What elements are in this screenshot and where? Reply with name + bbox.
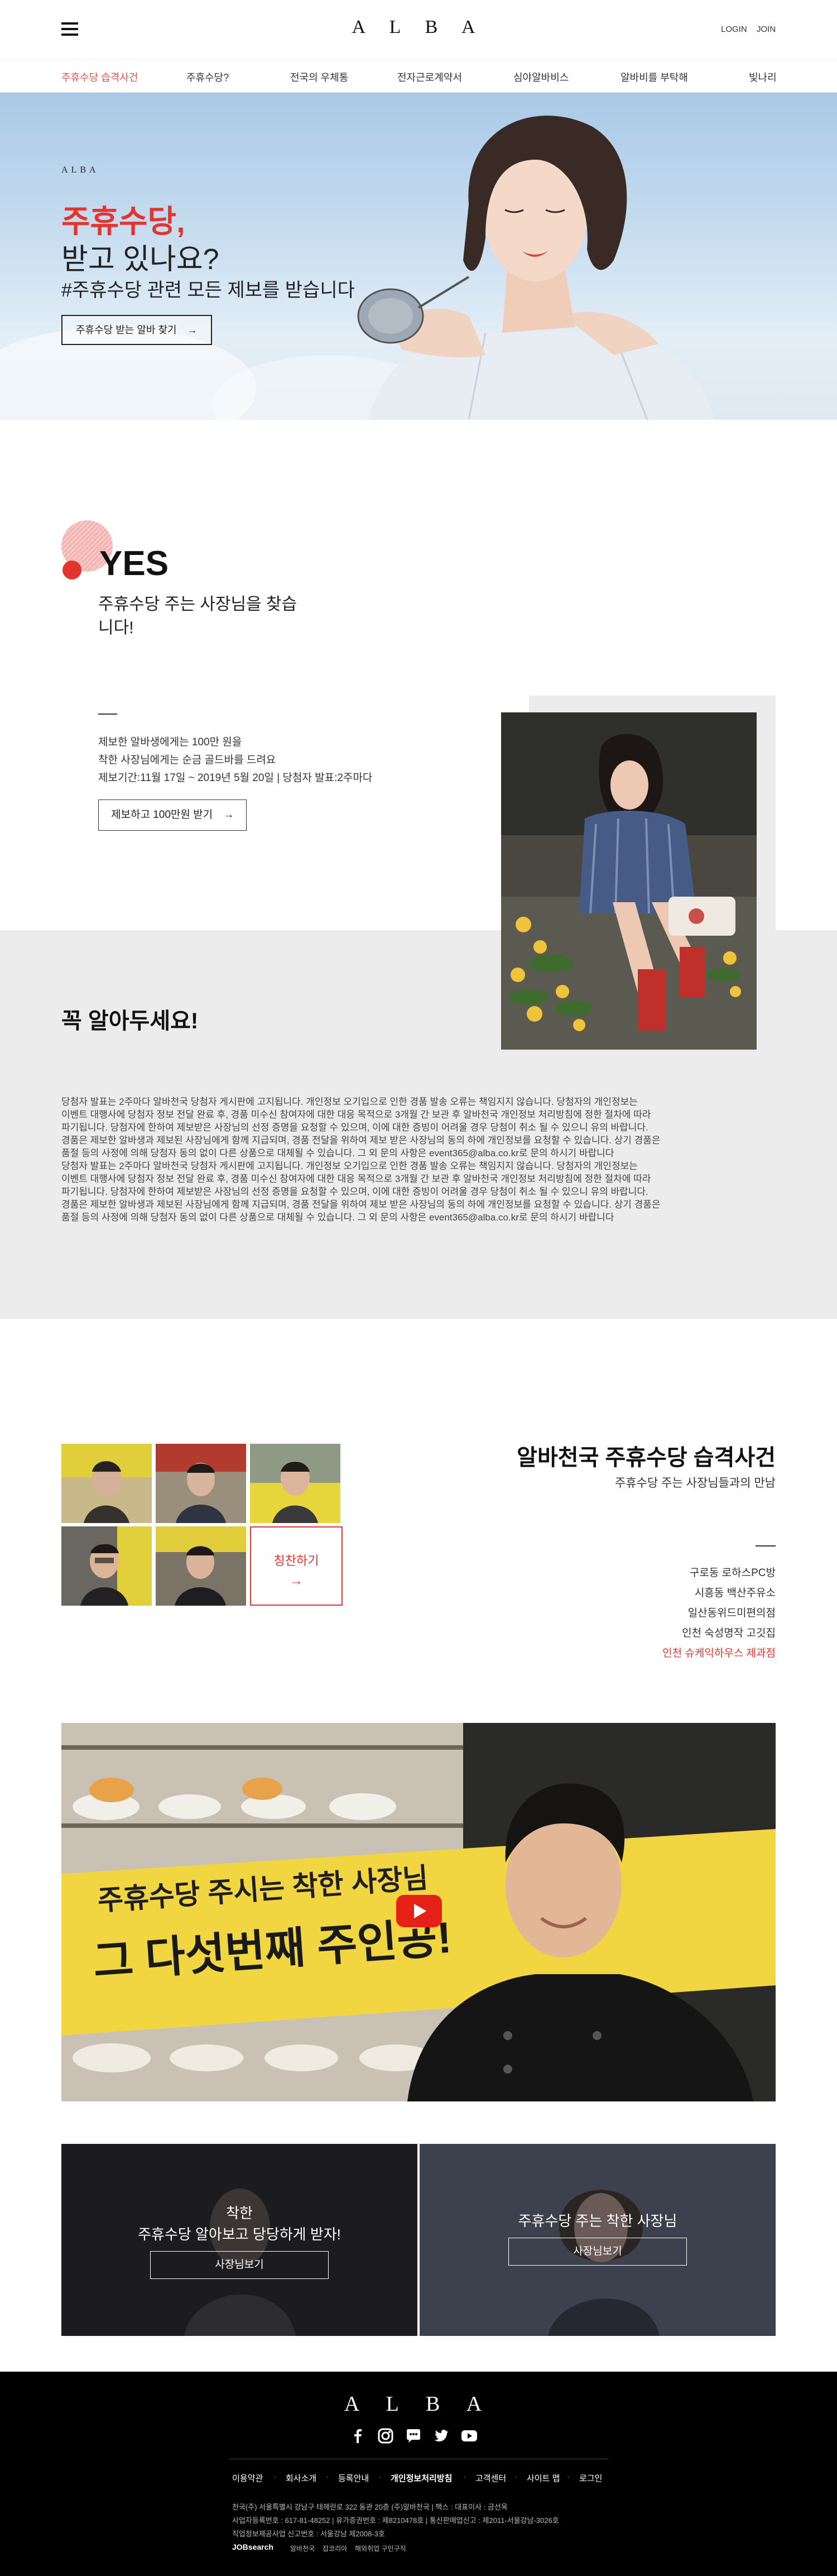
arrow-right-icon: → bbox=[290, 1573, 303, 1588]
partner-logo-overseas[interactable]: 해외취업 구인구직 bbox=[355, 2544, 406, 2553]
owner-place-link[interactable]: 구로동 로하스PC방 bbox=[690, 1564, 776, 1579]
praise-button-label: 칭찬하기 bbox=[273, 1554, 319, 1568]
hero-subtitle: #주휴수당 관련 모든 제보를 받습니다 bbox=[61, 280, 355, 301]
arrow-right-icon: → bbox=[187, 324, 198, 336]
login-footer-link[interactable]: 로그인 bbox=[579, 2472, 602, 2484]
video-player[interactable]: 주휴수당 주시는 착한 사장님 그 다섯번째 주인공! bbox=[61, 1723, 776, 2101]
owner-thumbnail[interactable] bbox=[250, 1444, 340, 1523]
hero-kicker: ALBA bbox=[61, 165, 99, 175]
registration-link[interactable]: 등록안내 bbox=[338, 2472, 369, 2484]
tab-e-contract[interactable]: 전자근로계약서 bbox=[397, 70, 462, 84]
separator: · bbox=[463, 2472, 466, 2482]
owners-title: 알바천국 주휴수당 습격사건 bbox=[517, 1445, 776, 1470]
divider bbox=[98, 714, 117, 715]
separator: · bbox=[273, 2472, 276, 2482]
praise-button[interactable]: 칭찬하기 → bbox=[250, 1526, 343, 1606]
separator: · bbox=[326, 2472, 329, 2482]
notice-line: 이벤트 대행사에 당첨자 정보 전달 완료 후, 경품 미수신 참여자에 대한 … bbox=[61, 1174, 651, 1184]
separator: · bbox=[514, 2472, 517, 2482]
separator: · bbox=[378, 2472, 381, 2482]
footer: A L B A 이용약관 · 회사소개 · 등록안내 · 개인정보처리방침 · … bbox=[0, 2372, 837, 2576]
owner-thumbnail[interactable] bbox=[156, 1526, 246, 1606]
hero-model-image bbox=[357, 116, 714, 420]
partner-logo-jobsearch[interactable]: JOBsearch bbox=[232, 2543, 273, 2551]
notice-body: 당첨자 발표는 2주마다 알바천국 당첨자 게시판에 고지됩니다. 개인정보 오… bbox=[61, 1095, 751, 1224]
tab-holiday-pay-raid[interactable]: 주휴수당 습격사건 bbox=[61, 70, 138, 84]
tab-pay-request[interactable]: 알바비를 부탁해 bbox=[620, 70, 688, 84]
find-job-button[interactable]: 주휴수당 받는 알바 찾기 → bbox=[61, 315, 212, 345]
notice-line: 당첨자 발표는 2주마다 알바천국 당첨자 게시판에 고지됩니다. 개인정보 오… bbox=[61, 1161, 638, 1171]
join-link[interactable]: JOIN bbox=[757, 25, 776, 34]
notice-line: 파기됩니다. 당첨자에 한하여 제보받은 사장님의 선정 증명을 요청할 수 있… bbox=[61, 1122, 648, 1133]
tab-shine[interactable]: 빛나리 bbox=[749, 70, 777, 84]
yes-title: YES bbox=[99, 544, 169, 583]
owners-subtitle: 주휴수당 주는 사장님들과의 만남 bbox=[615, 1477, 776, 1490]
employee-view-button[interactable]: 사장님보기 bbox=[150, 2251, 329, 2279]
reward-line: 착한 사장님에게는 순금 골드바를 드려요 bbox=[98, 754, 276, 766]
sitemap-link[interactable]: 사이트 맵 bbox=[527, 2472, 560, 2484]
owner-thumbnail[interactable] bbox=[156, 1444, 246, 1523]
company-info-line: 천국(주) 서울특별시 강남구 테헤란로 322 동관 20층 (주)알바천국 … bbox=[232, 2503, 508, 2511]
campaign-nav: 주휴수당 습격사건 주휴수당? 전국의 우체통 전자근로계약서 심야알바비스 알… bbox=[0, 59, 837, 93]
header: A L B A LOGIN JOIN bbox=[0, 0, 837, 59]
chat-icon[interactable] bbox=[405, 2427, 422, 2444]
report-button-label: 제보하고 100만원 받기 bbox=[111, 809, 213, 821]
facebook-icon[interactable] bbox=[349, 2427, 366, 2444]
support-link[interactable]: 고객센터 bbox=[475, 2472, 506, 2484]
arrow-right-icon: → bbox=[223, 809, 234, 821]
promo-card-employee: 착한 주휴수당 알아보고 당당하게 받자! 사장님보기 bbox=[61, 2144, 417, 2336]
company-link[interactable]: 회사소개 bbox=[286, 2472, 316, 2484]
twitter-icon[interactable] bbox=[433, 2427, 450, 2444]
notice-line: 경품은 제보한 알바생과 제보된 사장님에게 함께 지급되며, 경품 전달을 위… bbox=[61, 1135, 661, 1146]
instagram-icon[interactable] bbox=[377, 2427, 394, 2444]
alba-logo[interactable]: A L B A bbox=[0, 17, 837, 38]
report-button[interactable]: 제보하고 100만원 받기 → bbox=[98, 799, 247, 831]
owner-place-link[interactable]: 일산동위드미편의점 bbox=[688, 1605, 776, 1620]
decorative-dot bbox=[62, 561, 81, 580]
find-job-button-label: 주휴수당 받는 알바 찾기 bbox=[76, 324, 177, 336]
promo-card-owner: 주휴수당 주는 착한 사장님 사장님보기 bbox=[420, 2144, 776, 2336]
tab-night-service[interactable]: 심야알바비스 bbox=[513, 70, 569, 84]
youtube-icon[interactable] bbox=[461, 2427, 478, 2444]
hero-title-line2: 받고 있나요? bbox=[61, 243, 219, 276]
promo-employee-line2: 주휴수당 알아보고 당당하게 받자! bbox=[138, 2226, 341, 2243]
tab-mailbox[interactable]: 전국의 우체통 bbox=[290, 70, 348, 84]
hero-banner: ALBA 주휴수당, 받고 있나요? #주휴수당 관련 모든 제보를 받습니다 … bbox=[0, 93, 837, 420]
promo-employee-line1: 착한 bbox=[226, 2205, 253, 2221]
owner-place-link[interactable]: 인천 숙성명작 고깃집 bbox=[682, 1625, 776, 1640]
owner-place-link-active[interactable]: 인천 슈케익하우스 제과점 bbox=[662, 1645, 776, 1660]
login-link[interactable]: LOGIN bbox=[721, 25, 747, 34]
privacy-link[interactable]: 개인정보처리방침 bbox=[391, 2472, 452, 2484]
company-info-line: 직업정보제공사업 신고번호 : 서울강남 제2008-3호 bbox=[232, 2530, 385, 2538]
model-photo bbox=[501, 712, 757, 1050]
partner-logo-jobkorea[interactable]: 잡코리아 bbox=[323, 2544, 347, 2553]
notice-line: 경품은 제보한 알바생과 제보된 사장님에게 함께 지급되며, 경품 전달을 위… bbox=[61, 1199, 661, 1210]
company-info-line: 사업자등록번호 : 617-81-48252 | 유가증권번호 : 제82104… bbox=[232, 2516, 559, 2525]
owner-place-link[interactable]: 시흥동 백산주유소 bbox=[695, 1584, 776, 1600]
notice-line: 당첨자 발표는 2주마다 알바천국 당첨자 게시판에 고지됩니다. 개인정보 오… bbox=[61, 1097, 638, 1107]
hero-title-line1: 주휴수당, bbox=[61, 204, 185, 239]
owner-thumbnail[interactable] bbox=[61, 1444, 152, 1523]
reward-line: 제보한 알바생에게는 100만 원을 bbox=[98, 736, 242, 748]
partner-logo-alba[interactable]: 알바천국 bbox=[290, 2544, 315, 2553]
separator: · bbox=[567, 2472, 570, 2482]
notice-line: 품절 등의 사정에 의해 당첨자 동의 없이 다른 상품으로 대체될 수 있습니… bbox=[61, 1212, 614, 1223]
promo-owner-line1: 주휴수당 주는 착한 사장님 bbox=[518, 2213, 677, 2229]
terms-link[interactable]: 이용약관 bbox=[232, 2472, 263, 2484]
divider bbox=[756, 1545, 776, 1546]
yes-subtitle: 주휴수당 주는 사장님을 찾습니다! bbox=[98, 595, 297, 637]
notice-line: 품절 등의 사정에 의해 당첨자 동의 없이 다른 상품으로 대체될 수 있습니… bbox=[61, 1148, 614, 1158]
notice-line: 이벤트 대행사에 당첨자 정보 전달 완료 후, 경품 미수신 참여자에 대한 … bbox=[61, 1109, 651, 1120]
notice-line: 파기됩니다. 당첨자에 한하여 제보받은 사장님의 선정 증명을 요청할 수 있… bbox=[61, 1186, 648, 1197]
owner-thumbnail[interactable] bbox=[61, 1526, 152, 1606]
period-line: 제보기간:11월 17일 ~ 2019년 5월 20일 | 당첨자 발표:2주마… bbox=[98, 772, 373, 784]
play-icon[interactable] bbox=[396, 1895, 442, 1927]
tab-holiday-pay[interactable]: 주휴수당? bbox=[186, 70, 229, 84]
owner-view-button[interactable]: 사장님보기 bbox=[508, 2238, 687, 2266]
footer-logo[interactable]: A L B A bbox=[0, 2392, 837, 2416]
notice-title: 꼭 알아두세요! bbox=[61, 1009, 199, 1033]
